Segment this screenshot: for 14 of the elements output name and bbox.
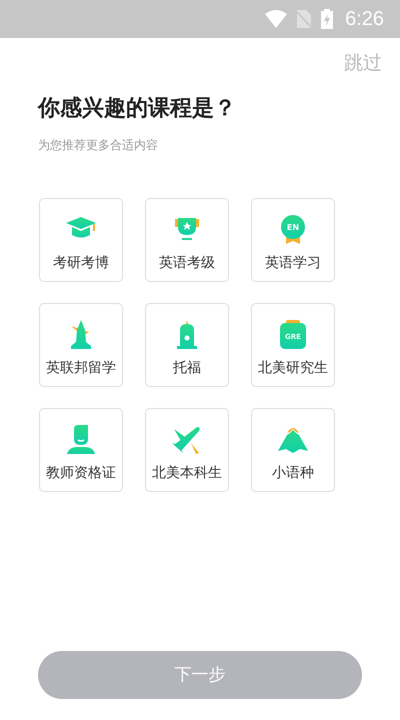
course-card[interactable]: 英语考级	[145, 198, 229, 282]
course-card[interactable]: EN 英语学习	[251, 198, 335, 282]
page-subtitle: 为您推荐更多合适内容	[38, 136, 159, 154]
course-card[interactable]: 北美本科生	[145, 408, 229, 492]
status-time: 6:26	[345, 7, 384, 32]
wifi-icon	[265, 10, 288, 28]
page-title: 你感兴趣的课程是？	[38, 94, 237, 122]
course-card[interactable]: 托福	[145, 302, 229, 386]
course-card[interactable]: 英联邦留学	[39, 302, 123, 386]
battery-charging-icon	[321, 9, 334, 29]
no-sim-icon	[297, 10, 312, 28]
course-card[interactable]: 教师资格证	[39, 408, 123, 492]
course-card[interactable]: 小语种	[251, 408, 335, 492]
course-card[interactable]: 考研考博	[39, 198, 123, 282]
